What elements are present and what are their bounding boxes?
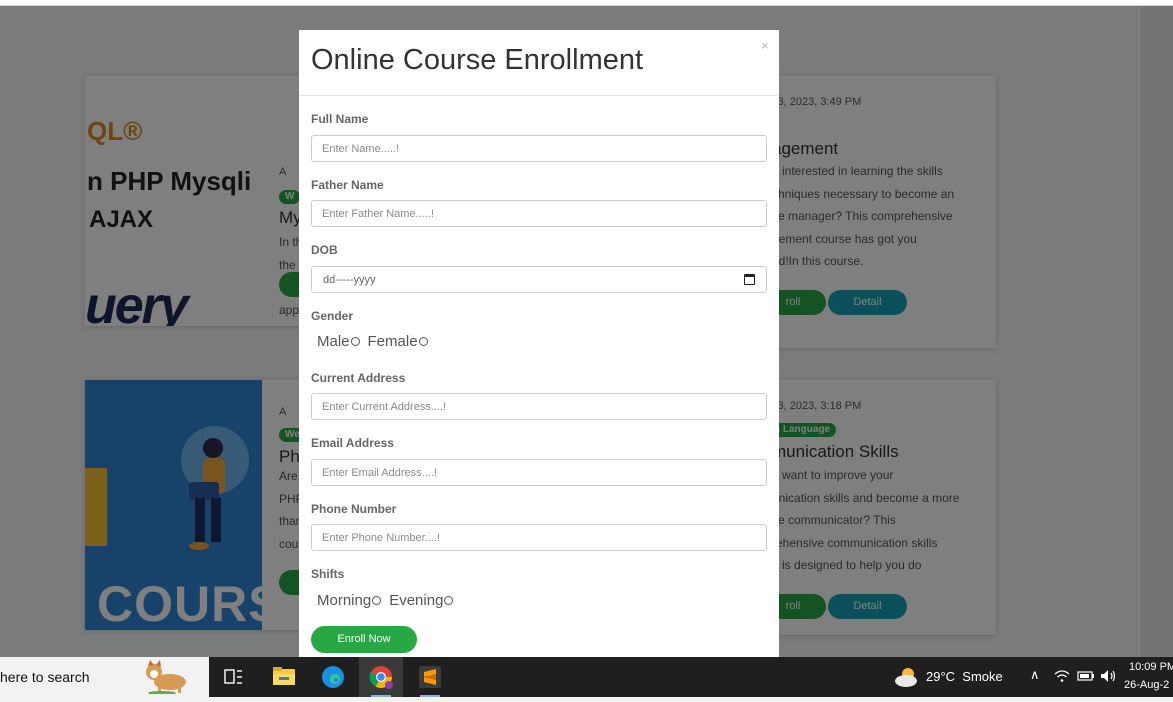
folder-icon [273,667,295,685]
weather-temp: 29°C Smoke [926,669,1003,684]
dob-placeholder: dd-----yyyy [323,274,376,286]
sublime-text-icon [419,666,441,688]
gender-female-radio[interactable] [418,337,428,346]
full-name-label: Full Name [311,112,369,126]
task-view-icon [224,669,242,684]
current-address-label: Current Address [311,371,406,385]
enroll-now-button[interactable]: Enroll Now [311,626,417,653]
search-placeholder: here to search [0,669,90,685]
weather-widget[interactable]: 29°C Smoke [893,666,1013,688]
calendar-icon[interactable] [744,274,755,285]
partly-cloudy-icon [895,668,917,687]
edge-button[interactable] [311,657,355,697]
shift-morning-radio[interactable] [372,596,382,605]
sublime-button[interactable] [408,657,452,697]
clock-date[interactable]: 26-Aug-2 [1124,679,1169,691]
close-icon[interactable]: × [761,38,769,53]
shift-evening-radio[interactable] [444,596,454,605]
full-name-input[interactable] [311,135,767,162]
shifts-radio-group: Morning Evening [317,592,461,609]
modal-header: Online Course Enrollment × [299,30,779,96]
gender-male-radio[interactable] [350,337,360,346]
taskbar-search-box[interactable]: here to search [0,657,209,697]
shift-evening-label: Evening [389,592,444,609]
gender-label: Gender [311,309,354,323]
enrollment-modal: Online Course Enrollment × Full Name Fat… [299,30,779,657]
file-explorer-button[interactable] [262,657,306,697]
email-label: Email Address [311,436,394,450]
volume-icon[interactable] [1100,669,1118,683]
wifi-icon[interactable] [1054,669,1070,683]
father-name-label: Father Name [311,178,384,192]
shift-morning-label: Morning [317,592,372,609]
battery-icon[interactable] [1077,670,1095,682]
father-name-input[interactable] [311,200,767,227]
chrome-button[interactable] [359,657,403,697]
gender-female-label: Female [367,333,418,350]
windows-taskbar: here to search 29°C Smoke ∧ 10:09 PM 26-… [0,657,1173,697]
phone-input[interactable] [311,524,767,551]
gender-male-label: Male [317,333,350,350]
clock-time[interactable]: 10:09 PM [1129,661,1173,673]
gender-radio-group: Male Female [317,333,436,350]
dob-date-input[interactable]: dd-----yyyy [311,266,767,293]
chrome-icon [369,666,393,689]
modal-title: Online Course Enrollment [311,44,644,76]
email-input[interactable] [311,459,767,486]
dog-illustration-icon [146,660,186,694]
shifts-label: Shifts [311,567,345,581]
current-address-input[interactable] [311,393,767,420]
task-view-button[interactable] [211,657,255,697]
dob-label: DOB [311,243,338,257]
phone-label: Phone Number [311,502,397,516]
chevron-up-icon[interactable]: ∧ [1030,667,1040,683]
edge-icon [322,666,344,688]
